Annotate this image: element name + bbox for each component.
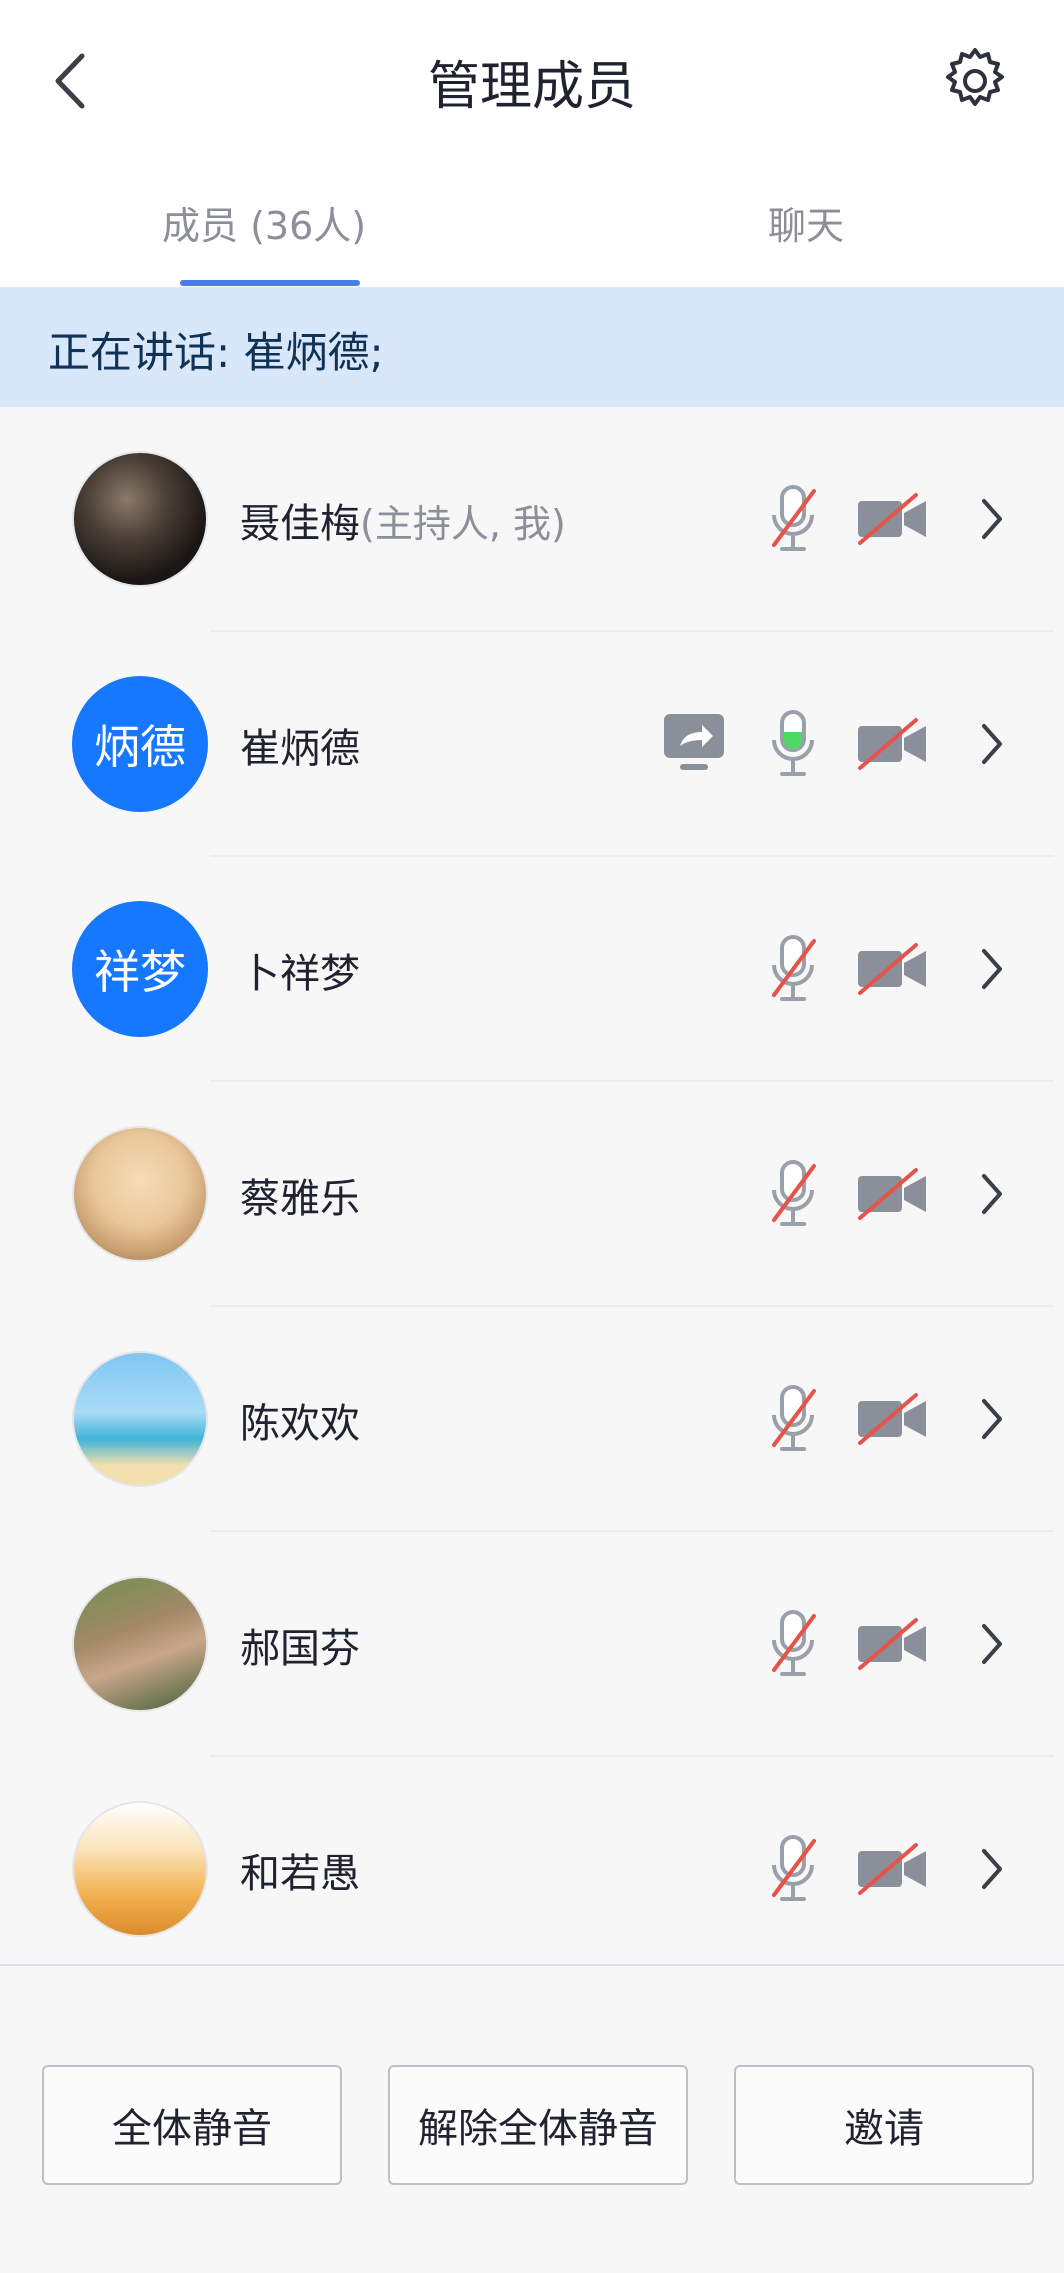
member-name: 蔡雅乐 [240,1166,360,1224]
back-button[interactable] [48,50,98,112]
tab-chat[interactable]: 聊天 [768,195,844,250]
member-row[interactable]: 炳德 崔炳德 [0,632,1064,857]
camera-off-icon [858,943,926,995]
member-name: 卜祥梦 [240,941,360,999]
member-name-text: 郝国芬 [240,1626,360,1672]
camera-toggle[interactable] [856,941,928,997]
avatar [72,1576,208,1712]
member-row[interactable]: 聂佳梅(主持人, 我) [0,407,1064,632]
avatar [72,1126,208,1262]
member-name-text: 聂佳梅 [240,501,360,547]
camera-off-icon [858,1843,926,1895]
member-name: 崔炳德 [240,716,360,774]
member-list: 聂佳梅(主持人, 我) 炳德 崔炳德 祥梦 卜祥梦 蔡雅乐 陈欢欢 郝国芬 和若… [0,407,1064,1967]
microphone-icon [772,710,814,776]
tab-bar: 成员 (36人) 聊天 [0,165,1064,287]
avatar: 祥梦 [72,901,208,1037]
avatar: 炳德 [72,676,208,812]
chevron-right-icon [982,724,1002,764]
speaking-banner: 正在讲话: 崔炳德; [0,287,1064,407]
mic-toggle[interactable] [768,483,818,555]
member-detail-button[interactable] [978,1395,1006,1443]
member-detail-button[interactable] [978,945,1006,993]
member-detail-button[interactable] [978,1620,1006,1668]
settings-button[interactable] [940,46,1010,116]
mic-toggle[interactable] [768,1158,818,1230]
camera-off-icon [858,493,926,545]
microphone-icon [772,1610,816,1676]
mic-toggle[interactable] [768,1383,818,1455]
mute-all-button[interactable]: 全体静音 [42,2065,342,2185]
top-bar: 管理成员 [0,0,1064,165]
camera-off-icon [858,1393,926,1445]
member-name-text: 和若愚 [240,1851,360,1897]
page-title: 管理成员 [427,57,636,117]
camera-toggle[interactable] [856,1616,928,1672]
member-detail-button[interactable] [978,720,1006,768]
camera-off-icon [858,1168,926,1220]
member-detail-button[interactable] [978,1845,1006,1893]
mic-toggle[interactable] [768,1608,818,1680]
chevron-left-icon [55,53,85,109]
camera-toggle[interactable] [856,716,928,772]
member-row[interactable]: 陈欢欢 [0,1307,1064,1532]
mic-toggle[interactable] [768,933,818,1005]
tab-members[interactable]: 成员 (36人) [162,195,366,250]
screen-share-indicator [662,712,726,774]
chevron-right-icon [982,1849,1002,1889]
member-detail-button[interactable] [978,495,1006,543]
member-name-text: 崔炳德 [240,726,360,772]
unmute-all-button[interactable]: 解除全体静音 [388,2065,688,2185]
avatar [72,1801,208,1937]
microphone-icon [772,935,816,1001]
avatar [72,451,208,587]
camera-toggle[interactable] [856,1391,928,1447]
camera-toggle[interactable] [856,1841,928,1897]
member-name-text: 陈欢欢 [240,1401,360,1447]
chevron-right-icon [982,1624,1002,1664]
screen-share-icon [664,714,724,770]
mic-toggle[interactable] [768,1833,818,1905]
microphone-icon [772,1835,816,1901]
camera-toggle[interactable] [856,1166,928,1222]
member-name: 陈欢欢 [240,1391,360,1449]
member-row[interactable]: 蔡雅乐 [0,1082,1064,1307]
mic-toggle[interactable] [768,708,818,780]
member-role: (主持人, 我) [360,502,566,546]
gear-icon [946,48,1004,106]
microphone-icon [772,1160,816,1226]
camera-toggle[interactable] [856,491,928,547]
camera-off-icon [858,718,926,770]
avatar [72,1351,208,1487]
member-row[interactable]: 郝国芬 [0,1532,1064,1757]
microphone-icon [772,485,816,551]
camera-off-icon [858,1618,926,1670]
active-tab-indicator [180,280,360,286]
member-name-text: 蔡雅乐 [240,1176,360,1222]
chevron-right-icon [982,1174,1002,1214]
member-name-text: 卜祥梦 [240,951,360,997]
member-name: 和若愚 [240,1841,360,1899]
chevron-right-icon [982,949,1002,989]
member-name: 聂佳梅(主持人, 我) [240,491,566,549]
speaking-text: 正在讲话: 崔炳德; [48,328,384,377]
microphone-icon [772,1385,816,1451]
invite-button[interactable]: 邀请 [734,2065,1034,2185]
member-row[interactable]: 祥梦 卜祥梦 [0,857,1064,1082]
member-row[interactable]: 和若愚 [0,1757,1064,1982]
member-detail-button[interactable] [978,1170,1006,1218]
chevron-right-icon [982,1399,1002,1439]
chevron-right-icon [982,499,1002,539]
footer-divider [0,1964,1064,1966]
member-name: 郝国芬 [240,1616,360,1674]
